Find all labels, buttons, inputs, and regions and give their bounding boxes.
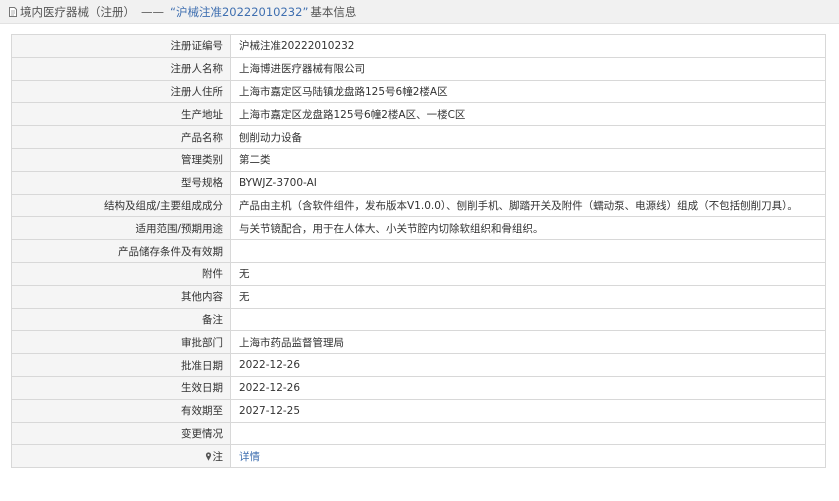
page-header: 境内医疗器械（注册） —— “沪械注准20222010232” 基本信息 — [0, 0, 839, 24]
row-value: 沪械注准20222010232 — [230, 34, 826, 58]
row-value: 第二类 — [230, 147, 826, 172]
table-row: 注册证编号 沪械注准20222010232 — [11, 34, 826, 58]
row-label: 生效日期 — [11, 375, 231, 400]
row-value: 2022-12-26 — [230, 375, 826, 400]
row-value: 刨削动力设备 — [230, 125, 826, 149]
row-value: 无 — [230, 261, 826, 286]
table-row: 备注 — [11, 307, 826, 332]
row-value: 详情 — [230, 444, 826, 469]
row-label: 管理类别 — [11, 147, 231, 172]
row-value — [230, 307, 826, 332]
row-label: 结构及组成/主要组成成分 — [11, 193, 231, 218]
row-value: 与关节镜配合，用于在人体大、小关节腔内切除软组织和骨组织。 — [230, 216, 826, 241]
table-row: 结构及组成/主要组成成分 产品由主机（含软件组件，发布版本V1.0.0）、刨削手… — [11, 193, 826, 218]
page-title-suffix: 基本信息 — [310, 4, 357, 19]
row-label: 注册证编号 — [11, 34, 231, 58]
row-value: 2022-12-26 — [230, 353, 826, 377]
row-value — [230, 239, 826, 263]
row-label: 备注 — [11, 307, 231, 332]
row-value: 产品由主机（含软件组件，发布版本V1.0.0）、刨削手机、脚踏开关及附件（蠕动泵… — [230, 193, 826, 218]
table-row: 注 详情 — [11, 444, 826, 469]
row-label: 有效期至 — [11, 398, 231, 423]
row-label: 生产地址 — [11, 102, 231, 127]
row-label: 产品储存条件及有效期 — [11, 239, 231, 263]
table-row: 审批部门 上海市药品监督管理局 — [11, 330, 826, 355]
details-link[interactable]: 详情 — [239, 451, 260, 463]
row-label: 附件 — [11, 261, 231, 286]
row-label: 注册人住所 — [11, 79, 231, 104]
row-label: 适用范围/预期用途 — [11, 216, 231, 241]
row-label: 注 — [212, 450, 224, 463]
row-value: BYWJZ-3700-AⅠ — [230, 170, 826, 195]
table-row: 其他内容 无 — [11, 284, 826, 309]
row-label: 变更情况 — [11, 421, 231, 446]
row-value: 上海市药品监督管理局 — [230, 330, 826, 355]
table-row: 变更情况 — [11, 421, 826, 446]
row-label: 型号规格 — [11, 170, 231, 195]
table-row: 产品储存条件及有效期 — [11, 239, 826, 263]
table-row: 批准日期 2022-12-26 — [11, 353, 826, 377]
row-label: 注册人名称 — [11, 56, 231, 81]
row-label: 产品名称 — [11, 125, 231, 149]
row-label: 批准日期 — [11, 353, 231, 377]
table-row: 型号规格 BYWJZ-3700-AⅠ — [11, 170, 826, 195]
table-row: 注册人住所 上海市嘉定区马陆镇龙盘路125号6幢2楼A区 — [11, 79, 826, 104]
table-row: 适用范围/预期用途 与关节镜配合，用于在人体大、小关节腔内切除软组织和骨组织。 — [11, 216, 826, 241]
row-value: 2027-12-25 — [230, 398, 826, 423]
info-table: 注册证编号 沪械注准20222010232 注册人名称 上海博进医疗器械有限公司… — [11, 34, 826, 469]
table-row: 附件 无 — [11, 261, 826, 286]
table-row: 管理类别 第二类 — [11, 147, 826, 172]
pin-icon — [205, 452, 211, 461]
table-row: 生效日期 2022-12-26 — [11, 375, 826, 400]
table-row: 产品名称 刨削动力设备 — [11, 125, 826, 149]
breadcrumb[interactable]: 境内医疗器械（注册） — [20, 4, 135, 20]
row-label: 其他内容 — [11, 284, 231, 309]
row-value: 无 — [230, 284, 826, 309]
page-title: “沪械注准20222010232” — [170, 4, 309, 19]
row-value — [230, 421, 826, 446]
row-value: 上海市嘉定区马陆镇龙盘路125号6幢2楼A区 — [230, 79, 826, 104]
row-value: 上海市嘉定区龙盘路125号6幢2楼A区、一楼C区 — [230, 102, 826, 127]
row-value: 上海博进医疗器械有限公司 — [230, 56, 826, 81]
row-label: 审批部门 — [11, 330, 231, 355]
breadcrumb-separator: —— — [141, 4, 164, 19]
table-row: 有效期至 2027-12-25 — [11, 398, 826, 423]
table-row: 注册人名称 上海博进医疗器械有限公司 — [11, 56, 826, 81]
document-icon — [9, 6, 17, 17]
table-row: 生产地址 上海市嘉定区龙盘路125号6幢2楼A区、一楼C区 — [11, 102, 826, 127]
note-label-cell: 注 — [11, 444, 231, 469]
